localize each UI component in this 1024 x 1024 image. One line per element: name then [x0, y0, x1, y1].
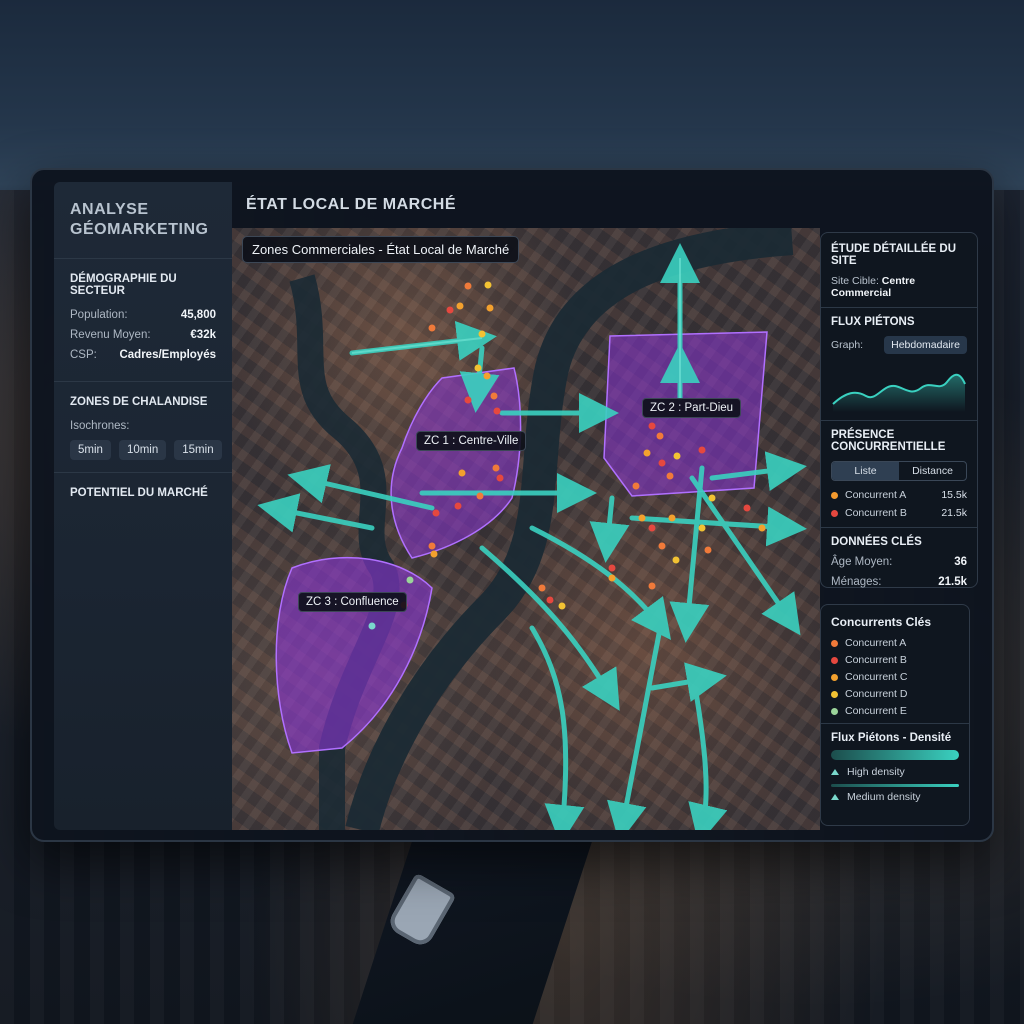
tab-distance[interactable]: Distance — [899, 462, 966, 480]
legend-item: Medium density — [831, 791, 959, 803]
divider — [821, 307, 977, 308]
population-label: Population: — [70, 309, 128, 321]
zone-label-confluence[interactable]: ZC 3 : Confluence — [298, 592, 407, 612]
catchment-heading: ZONES DE CHALANDISE — [70, 396, 208, 408]
demographics-section: DÉMOGRAPHIE DU SECTEUR Population: 45,80… — [54, 258, 232, 381]
legend-dot-b — [831, 656, 838, 664]
map-view[interactable]: Zones Commerciales - État Local de March… — [232, 228, 820, 830]
households-value: 21.5k — [938, 576, 967, 588]
legend-dot-c — [831, 673, 838, 681]
demographics-row: Revenu Moyen: €32k — [70, 329, 216, 341]
competition-toggle: Liste Distance — [831, 461, 967, 481]
competitor-b-value: 21.5k — [941, 507, 967, 519]
graph-label: Graph: — [831, 339, 864, 351]
app-title-line2: GÉOMARKETING — [70, 221, 209, 238]
site-study-panel: ÉTUDE DÉTAILLÉE DU SITE Site Cible: Cent… — [820, 232, 978, 588]
potential-heading[interactable]: POTENTIEL DU MARCHÉ — [70, 487, 216, 499]
competitor-a-dot — [831, 491, 838, 499]
density-bar-high — [831, 750, 959, 760]
competitor-row: Concurrent B 21.5k — [831, 507, 967, 519]
csp-label: CSP: — [70, 349, 97, 361]
key-row: Ménages: 21.5k — [831, 576, 967, 588]
catchment-section: ZONES DE CHALANDISE Isochrones: 5min 10m… — [54, 381, 232, 472]
divider — [821, 527, 977, 528]
site-study-heading: ÉTUDE DÉTAILLÉE DU SITE — [831, 243, 957, 267]
sidebar: ANALYSE GÉOMARKETING DÉMOGRAPHIE DU SECT… — [54, 182, 232, 830]
legend-dot-d — [831, 690, 838, 698]
site-target-label: Site Cible: — [831, 275, 879, 287]
legend-label-e: Concurrent E — [845, 705, 907, 717]
income-value: €32k — [190, 329, 216, 341]
legend-item: Concurrent A — [831, 637, 959, 649]
legend-dot-e — [831, 707, 838, 715]
isochrones-label: Isochrones: — [70, 420, 130, 432]
legend-item: Concurrent C — [831, 671, 959, 683]
isochrone-chip-15min[interactable]: 15min — [174, 440, 222, 460]
competition-heading: PRÉSENCE CONCURRENTIELLE — [831, 429, 946, 453]
key-row: Âge Moyen: 36 — [831, 556, 967, 568]
legend-label-b: Concurrent B — [845, 654, 907, 666]
page-title: ÉTAT LOCAL DE MARCHÉ — [246, 196, 456, 213]
map-title: Zones Commerciales - État Local de March… — [242, 236, 520, 263]
competitor-b-name: Concurrent B — [845, 507, 907, 519]
density-medium-label: Medium density — [847, 791, 921, 803]
density-heading: Flux Piétons - Densité — [831, 732, 952, 744]
map-overlay — [257, 228, 807, 830]
legend-item: Concurrent E — [831, 705, 959, 717]
zone-centre-ville[interactable] — [390, 367, 522, 559]
legend-label-d: Concurrent D — [845, 688, 908, 700]
csp-value: Cadres/Employés — [119, 349, 216, 361]
isochrone-chip-5min[interactable]: 5min — [70, 440, 111, 460]
competitor-a-name: Concurrent A — [845, 489, 907, 501]
key-data-heading: DONNÉES CLÉS — [831, 536, 922, 548]
legend-item: High density — [831, 766, 959, 778]
legend-label-a: Concurrent A — [845, 637, 907, 649]
avg-age-label: Âge Moyen: — [831, 556, 893, 568]
isochrone-chips: 5min 10min 15min — [70, 440, 222, 460]
zone-label-part-dieu[interactable]: ZC 2 : Part-Dieu — [642, 398, 742, 418]
demographics-row: CSP: Cadres/Employés — [70, 349, 216, 361]
zone-label-centre-ville[interactable]: ZC 1 : Centre-Ville — [416, 431, 527, 451]
graph-period-select[interactable]: Hebdomadaire — [884, 336, 967, 354]
competitor-row: Concurrent A 15.5k — [831, 489, 967, 501]
density-bar-medium — [831, 784, 959, 787]
site-target-row: Site Cible: Centre Commercial — [831, 275, 967, 299]
legend-heading: Concurrents Clés — [831, 615, 932, 629]
population-value: 45,800 — [180, 309, 216, 321]
graph-row: Graph: Hebdomadaire — [831, 336, 967, 354]
isochrone-chip-10min[interactable]: 10min — [118, 440, 167, 460]
legend-label-c: Concurrent C — [845, 671, 908, 683]
density-high-label: High density — [847, 766, 905, 778]
divider — [821, 420, 977, 421]
triangle-icon — [831, 769, 839, 775]
dashboard-window: ANALYSE GÉOMARKETING DÉMOGRAPHIE DU SECT… — [30, 168, 994, 842]
potential-section: POTENTIEL DU MARCHÉ — [54, 472, 232, 523]
app-title-line1: ANALYSE — [70, 201, 149, 218]
legend-dot-a — [831, 639, 838, 647]
legend-item: Concurrent D — [831, 688, 959, 700]
legend-item: Concurrent B — [831, 654, 959, 666]
flux-sparkline — [832, 373, 966, 412]
avg-age-value: 36 — [954, 556, 967, 568]
demographics-heading: DÉMOGRAPHIE DU SECTEUR — [70, 273, 177, 297]
flux-heading: FLUX PIÉTONS — [831, 316, 915, 328]
competitor-b-dot — [831, 509, 838, 517]
income-label: Revenu Moyen: — [70, 329, 151, 341]
households-label: Ménages: — [831, 576, 882, 588]
competitor-a-value: 15.5k — [941, 489, 967, 501]
tab-list[interactable]: Liste — [832, 462, 899, 480]
divider — [821, 723, 969, 724]
legend-panel: Concurrents Clés Concurrent A Concurrent… — [820, 604, 970, 826]
triangle-icon — [831, 794, 839, 800]
demographics-row: Population: 45,800 — [70, 309, 216, 321]
app-title: ANALYSE GÉOMARKETING — [54, 182, 232, 240]
